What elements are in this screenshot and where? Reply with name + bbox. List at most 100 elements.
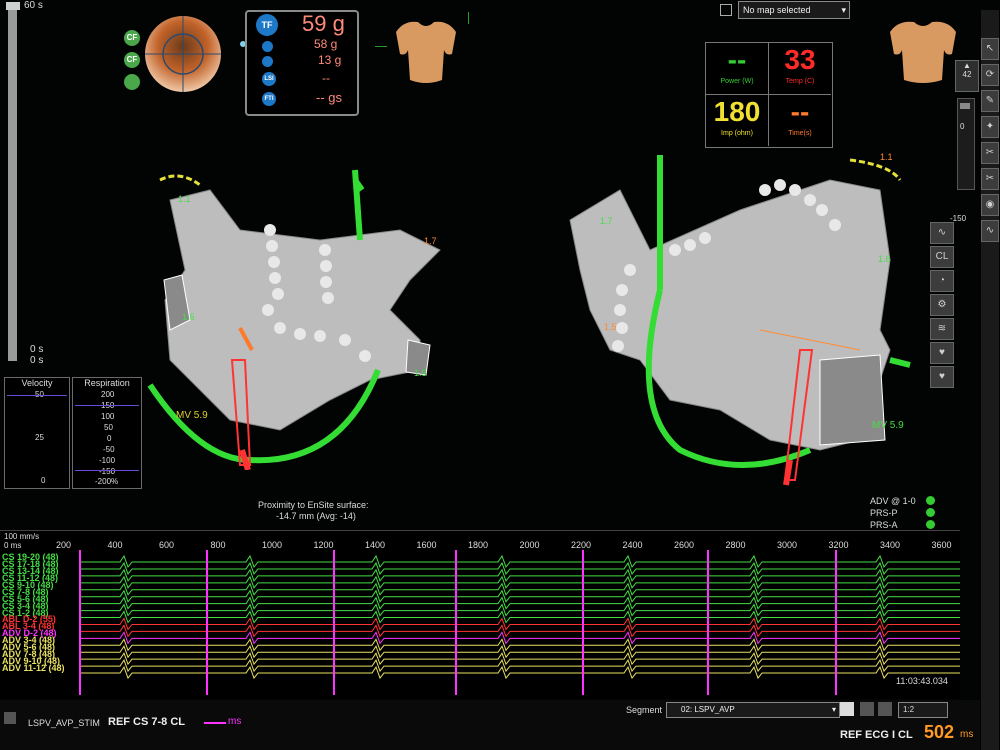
- ref-cs-label: REF CS 7-8 CL: [108, 716, 186, 728]
- zoom-control[interactable]: ▲ 42: [955, 60, 979, 92]
- power-cell: -- Power (W): [706, 43, 769, 95]
- ecg-trace: [80, 624, 960, 638]
- map-tag-right-3: 1.6: [878, 254, 891, 264]
- lsi-value: --: [322, 71, 330, 85]
- map-tag-left-3: 1.5: [414, 368, 427, 378]
- pencil-icon[interactable]: ✎: [981, 90, 999, 112]
- cf-button-2[interactable]: CF: [124, 52, 140, 68]
- ecg-trace: [80, 652, 960, 666]
- ref-ecg-value: 502: [924, 722, 955, 742]
- rotate-icon[interactable]: ⟳: [981, 64, 999, 86]
- impedance-cell: 180 Imp (ohm): [706, 95, 769, 146]
- temp-unit: Temp (C): [785, 78, 815, 85]
- map-tag-left-1: 1.6: [182, 312, 195, 322]
- velocity-title: Velocity: [21, 378, 53, 388]
- map-mv-right: MV 5.9: [872, 420, 904, 431]
- cl-button[interactable]: CL: [930, 246, 954, 268]
- ecg-trace: [80, 617, 960, 631]
- ecg-trace: [80, 659, 960, 673]
- ecg-trace: [80, 589, 960, 603]
- slider-mid-label: 0 s: [30, 344, 44, 355]
- left-atrium-map-right[interactable]: [560, 150, 920, 490]
- status-dot: [926, 508, 935, 517]
- graph-button[interactable]: [124, 74, 140, 90]
- ruler-tick: 3400: [880, 540, 901, 550]
- ref-ecg-label: REF ECG I CL: [840, 729, 913, 741]
- speed-value: 1:2: [903, 705, 915, 714]
- scissors-icon[interactable]: ✂: [981, 168, 999, 190]
- ruler-tick: 1200: [313, 540, 334, 550]
- cf-button[interactable]: CF: [124, 30, 140, 46]
- status-dot: [926, 496, 935, 505]
- play-button[interactable]: [840, 702, 854, 716]
- power-value: --: [727, 44, 747, 75]
- step-back-button[interactable]: [860, 702, 874, 716]
- opacity-slider[interactable]: [957, 98, 975, 190]
- cut-icon[interactable]: ✂: [981, 142, 999, 164]
- zoom-value: 42: [962, 70, 972, 79]
- map-tag-right-4: 1.5: [604, 322, 617, 332]
- lateral-icon: [262, 56, 273, 67]
- ruler-tick: 800: [210, 540, 226, 550]
- map-mv-left: MV 5.9: [176, 410, 208, 421]
- ruler-tick: 3600: [931, 540, 952, 550]
- velocity-bot: 0: [41, 476, 46, 485]
- speed-select[interactable]: 1:2: [898, 702, 948, 718]
- ruler-tick: 2800: [725, 540, 746, 550]
- segment-label: Segment: [626, 705, 663, 715]
- heart-view-icon[interactable]: ♥: [930, 366, 954, 388]
- ruler-tick: 2000: [519, 540, 540, 550]
- status-adv: ADV @ 1-0: [870, 496, 916, 506]
- ecg-trace: [80, 603, 960, 617]
- gauge-icon[interactable]: ◔: [930, 270, 954, 292]
- ecg-trace: [80, 582, 960, 596]
- ruler-tick: 2200: [571, 540, 592, 550]
- time-slider-handle[interactable]: [6, 2, 20, 10]
- waveform-icon[interactable]: ∿: [930, 222, 954, 244]
- torso-orientation-icon-right[interactable]: [880, 14, 966, 88]
- map-select[interactable]: No map selected ▾: [738, 1, 850, 19]
- ref-cs-line: [204, 722, 226, 724]
- ecg-trace: [80, 665, 960, 680]
- ecg-trace: [80, 645, 960, 659]
- channel-label[interactable]: ADV 11-12 (48): [2, 663, 65, 673]
- play-icon[interactable]: [4, 712, 16, 724]
- impedance-value: 180: [713, 96, 761, 127]
- brush-icon[interactable]: ✦: [981, 116, 999, 138]
- tf-button[interactable]: TF: [256, 14, 278, 36]
- velocity-line: [7, 395, 67, 396]
- map-icon[interactable]: [720, 4, 732, 16]
- torso-orientation-icon-left[interactable]: [386, 14, 466, 88]
- resp-tick: 200: [101, 390, 115, 399]
- ruler-tick: 2400: [622, 540, 643, 550]
- ecg-trace: [80, 596, 960, 610]
- heart-icon[interactable]: ♥: [930, 342, 954, 364]
- eye-icon[interactable]: ◉: [981, 194, 999, 216]
- ecg-trace: [80, 554, 960, 569]
- wave-icon[interactable]: ∿: [981, 220, 999, 242]
- ruler-tick: 3000: [777, 540, 798, 550]
- signal-icon[interactable]: ≋: [930, 318, 954, 340]
- viewport-corner: [468, 12, 469, 24]
- ruler-tick: 1000: [262, 540, 283, 550]
- settings-icon[interactable]: ⚙: [930, 294, 954, 316]
- slider-top-label: 60 s: [24, 0, 43, 11]
- axial-force-value: 58 g: [314, 37, 338, 51]
- time-slider-track[interactable]: [8, 6, 17, 361]
- segment-select[interactable]: 02: LSPV_AVP ▾: [666, 702, 840, 718]
- select-icon[interactable]: ↖: [981, 38, 999, 60]
- resp-tick: -200%: [95, 477, 119, 486]
- chevron-down-icon: ▾: [831, 705, 836, 714]
- ruler-tick: 400: [107, 540, 123, 550]
- fti-button[interactable]: FTI: [262, 92, 276, 106]
- time-unit: Time(s): [788, 130, 812, 137]
- lsi-button[interactable]: LSI: [262, 72, 276, 86]
- ecg-trace: [80, 638, 960, 652]
- velocity-mid: 25: [35, 433, 44, 442]
- slider-bot-label: 0 s: [30, 355, 44, 366]
- slider-handle[interactable]: [960, 103, 970, 109]
- resp-line-lower: [75, 470, 139, 471]
- ecg-traces: [79, 550, 960, 695]
- map-tag-left-4: 1.1: [178, 194, 191, 204]
- step-forward-button[interactable]: [878, 702, 892, 716]
